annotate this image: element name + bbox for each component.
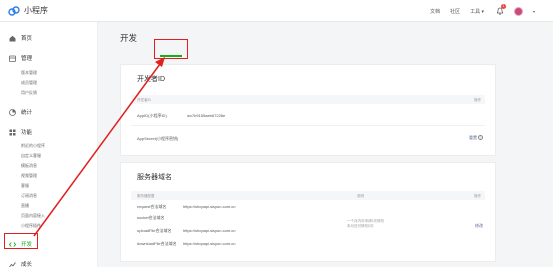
- sidebar-subitem-feedback[interactable]: 用户反馈: [21, 90, 37, 96]
- column-header: 操作: [474, 97, 481, 102]
- miniprogram-logo-icon: [8, 5, 20, 16]
- sidebar-item-label: 管理: [21, 56, 33, 62]
- reset-secret-button[interactable]: 重置?: [469, 135, 483, 141]
- avatar[interactable]: [513, 6, 523, 16]
- column-header: 操作: [474, 193, 481, 198]
- sidebar-subitem-nearby[interactable]: 附近的小程序: [21, 143, 45, 149]
- column-header: 开发者ID: [137, 97, 151, 102]
- notification-badge: 1: [500, 4, 506, 9]
- appsecret-label: AppSecret(小程序密钥): [137, 136, 179, 141]
- annotation-box-sidebar: [4, 233, 38, 249]
- table-header: 开发者ID 操作: [131, 95, 485, 104]
- column-header: 服务器配置: [137, 193, 155, 198]
- app-name: 小程序: [24, 6, 48, 15]
- table-row-value: https://shopapi.sisyun.com.cn: [183, 204, 236, 209]
- sidebar-item-manage[interactable]: 管理: [9, 54, 32, 62]
- sidebar-subitem-service[interactable]: 客服: [21, 183, 29, 189]
- sidebar-item-label: 首页: [21, 36, 33, 42]
- column-header: 说明: [357, 193, 364, 198]
- reset-label: 重置: [469, 135, 477, 140]
- table-row-label: socket合法域名: [137, 215, 165, 220]
- server-domain-card: 服务器域名 服务器配置 说明 操作 request合法域名 https://sh…: [120, 162, 496, 262]
- stats-icon: [9, 108, 16, 116]
- sidebar-item-label: 功能: [21, 130, 33, 136]
- sidebar-subitem-plugin[interactable]: 小程序插件: [21, 223, 41, 229]
- divider: [131, 125, 485, 126]
- developer-id-card: 开发者ID 开发者ID 操作 AppID(小程序ID) wx7b9155aeb6…: [120, 64, 496, 156]
- sidebar-item-growth[interactable]: 成长: [9, 260, 32, 267]
- app-logo[interactable]: 小程序: [8, 5, 48, 16]
- sidebar-subitem-members[interactable]: 成员管理: [21, 80, 37, 86]
- chevron-down-icon: ▾: [481, 8, 484, 15]
- sidebar-item-label: 统计: [21, 110, 33, 116]
- card-title: 服务器域名: [137, 174, 172, 181]
- docs-link[interactable]: 文档: [430, 8, 440, 15]
- top-bar: 小程序 文档 社区 工具 ▾ 1 ▾: [0, 0, 553, 22]
- growth-icon: [9, 261, 16, 267]
- folder-icon: [9, 55, 16, 62]
- table-row-label: request合法域名: [137, 204, 167, 209]
- table-row-label: downloadFile合法域名: [137, 241, 177, 246]
- appid-value: wx7b9155aeb67226e: [187, 113, 226, 118]
- table-row-label: uploadFile合法域名: [137, 228, 172, 233]
- sidebar-item-label: 成长: [21, 262, 33, 267]
- sidebar-subitem-video[interactable]: 视频管理: [21, 173, 37, 179]
- table-row-value: https://shopapi.sisyun.com.cn: [183, 241, 236, 246]
- sidebar-item-features[interactable]: 功能: [9, 128, 32, 136]
- sidebar-item-stats[interactable]: 统计: [9, 108, 32, 116]
- table-header: 服务器配置 说明 操作: [131, 191, 485, 200]
- modify-domain-button[interactable]: 修改: [475, 223, 483, 229]
- top-links: 文档 社区 工具 ▾ 1 ▾: [420, 0, 535, 22]
- page-title: 开发: [120, 33, 138, 43]
- notifications-button[interactable]: 1: [496, 4, 506, 15]
- annotation-box-tab: [154, 39, 188, 59]
- help-icon[interactable]: ?: [478, 135, 483, 141]
- card-title: 开发者ID: [137, 76, 165, 83]
- community-link[interactable]: 社区: [450, 8, 460, 15]
- modify-note-line2: 本月还可修改5次: [347, 224, 374, 228]
- chevron-down-icon[interactable]: ▾: [533, 9, 535, 14]
- table-row-value: https://shopapi.sisyun.com.cn: [183, 228, 236, 233]
- appid-label: AppID(小程序ID): [137, 113, 167, 118]
- sidebar-subitem-subscribe[interactable]: 订阅消息: [21, 193, 37, 199]
- tools-label: 工具: [470, 8, 481, 15]
- sidebar-item-home[interactable]: 首页: [9, 34, 32, 42]
- home-icon: [9, 35, 16, 41]
- tools-menu[interactable]: 工具 ▾: [470, 8, 484, 15]
- sidebar-subitem-custom-service[interactable]: 自定义客服: [21, 153, 41, 159]
- grid-icon: [9, 129, 16, 135]
- sidebar-subitem-live[interactable]: 直播: [21, 203, 29, 209]
- sidebar-subitem-template-msg[interactable]: 模板消息: [21, 163, 37, 169]
- sidebar-subitem-version[interactable]: 版本管理: [21, 70, 37, 76]
- sidebar-subitem-page-content[interactable]: 页面内容接入: [21, 213, 45, 219]
- sidebar: 首页 管理 版本管理 成员管理 用户反馈 统计 功能 附近的小程序 自定义客服 …: [0, 22, 98, 267]
